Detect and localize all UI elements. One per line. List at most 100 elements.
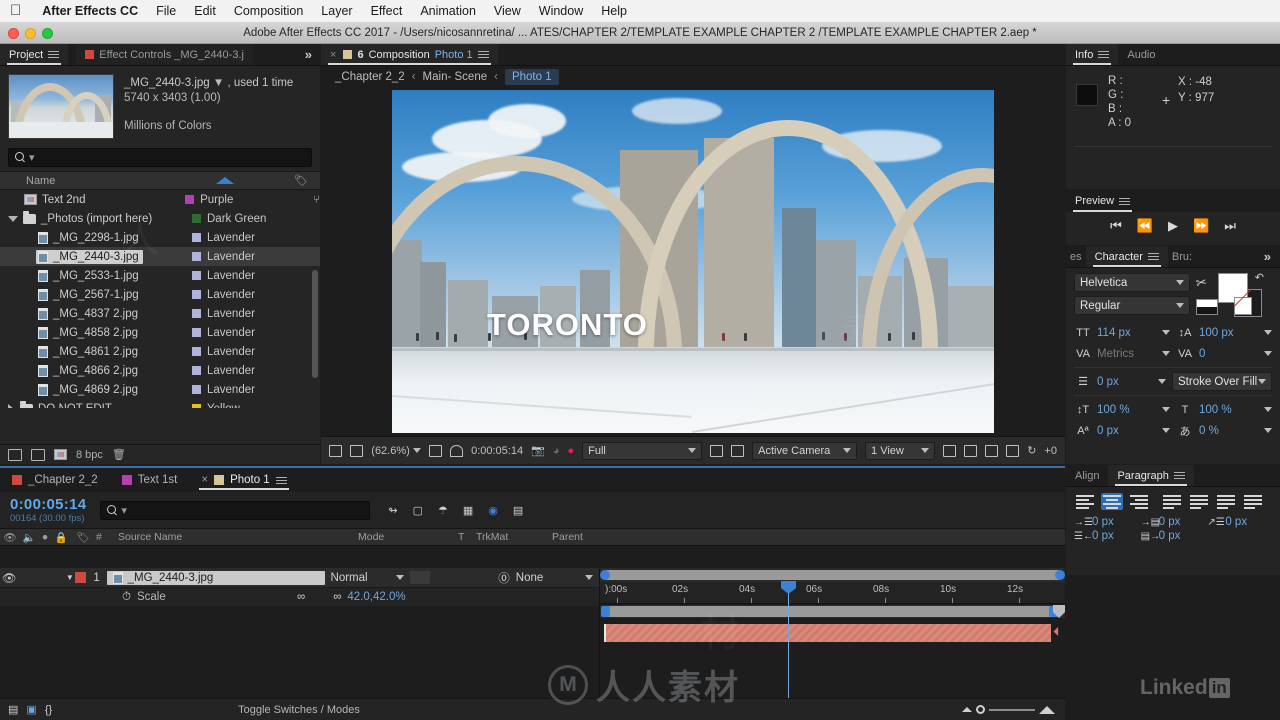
property-row-scale[interactable]: ⏱ Scale ∞ ∞ 42.0,42.0% — [0, 588, 599, 606]
comp-current-time[interactable]: 0:00:05:14 — [471, 445, 523, 457]
item-name-cell[interactable]: _MG_4837 2.jpg — [36, 307, 142, 321]
stopwatch-icon[interactable]: ⏱ — [122, 591, 131, 604]
table-row[interactable]: 👁 ▼ 1 _MG_2440-3.jpg Normal — [0, 568, 599, 588]
list-item[interactable]: _MG_4837 2.jpg Lavender — [0, 304, 320, 323]
column-name-label[interactable]: Name — [26, 175, 216, 187]
list-item[interactable]: _MG_4858 2.jpgLavender — [0, 323, 320, 342]
space-before-field[interactable]: →▤ 0 px — [1141, 516, 1206, 528]
exposure-value[interactable]: +0 — [1044, 445, 1057, 457]
timeline-icon[interactable] — [985, 445, 998, 457]
item-name-cell[interactable]: _MG_4866 2.jpg — [36, 364, 142, 378]
breadcrumb-root[interactable]: _Chapter 2_2 — [335, 71, 405, 83]
audio-icon[interactable]: 🔈 — [20, 531, 38, 544]
font-style-select[interactable]: Regular — [1074, 296, 1190, 315]
tracking-field[interactable]: VA 0 — [1176, 344, 1272, 363]
item-name-cell[interactable]: _Photos (import here) — [21, 212, 156, 226]
item-label-cell[interactable]: Dark Green — [192, 213, 320, 225]
item-label-cell[interactable]: Lavender — [192, 270, 320, 282]
work-area-top-bar[interactable] — [600, 568, 1065, 582]
item-label-cell[interactable]: Purple — [185, 194, 313, 206]
item-name-cell[interactable]: _MG_4858 2.jpg — [36, 326, 142, 340]
item-name-cell[interactable]: _MG_2298-1.jpg — [36, 231, 143, 245]
layer-expand-triangle[interactable]: ▼ — [64, 573, 75, 582]
eyedropper-icon[interactable]: ✂ — [1195, 274, 1209, 292]
region-of-interest-icon[interactable] — [450, 445, 463, 457]
item-label-cell[interactable]: Lavender — [192, 346, 320, 358]
item-name-cell[interactable]: _MG_4869 2.jpg — [36, 383, 142, 397]
resolution-select[interactable]: Full — [582, 442, 702, 460]
motion-blur-icon[interactable]: ◉ — [488, 504, 498, 517]
video-visibility-icon[interactable]: 👁 — [0, 531, 20, 544]
menu-item-effect[interactable]: Effect — [362, 4, 412, 18]
label-color-swatch[interactable] — [192, 404, 201, 408]
timeline-graph-area[interactable]: ):00s02s04s06s08s10s12s ⏴ — [600, 568, 1065, 698]
justify-last-right-button[interactable] — [1215, 493, 1237, 510]
layer-trkmat-swatch[interactable] — [410, 571, 430, 584]
vertical-scale-field[interactable]: ↕T 100 % — [1074, 400, 1170, 419]
list-item[interactable]: _MG_4866 2.jpg Lavender — [0, 361, 320, 380]
breadcrumb-current[interactable]: Photo 1 — [505, 69, 559, 85]
label-color-swatch[interactable] — [192, 385, 201, 394]
item-label-cell[interactable]: Lavender — [192, 384, 320, 396]
comp-flowchart-icon[interactable] — [1006, 445, 1019, 457]
time-navigator-range[interactable] — [602, 570, 1063, 580]
solo-icon[interactable]: ● — [38, 531, 52, 543]
layer-visibility-toggle[interactable]: 👁 — [0, 571, 18, 585]
item-name-cell[interactable]: _MG_4861 2.jpg — [36, 345, 142, 359]
list-item[interactable]: _MG_2298-1.jpgLavender — [0, 228, 320, 247]
disclosure-triangle-icon[interactable] — [8, 216, 18, 222]
new-folder-icon[interactable] — [31, 449, 45, 461]
font-size-field[interactable]: TT 114 px — [1074, 323, 1170, 342]
zoom-slider-track[interactable] — [989, 709, 1035, 711]
interpret-footage-icon[interactable] — [8, 449, 22, 461]
tab-character[interactable]: Character — [1086, 246, 1168, 267]
character-panel-menu-icon[interactable] — [1148, 251, 1159, 262]
item-name-cell[interactable]: _MG_2533-1.jpg — [36, 269, 143, 283]
minimize-button[interactable] — [25, 28, 36, 39]
list-item[interactable]: Text 2ndPurple⑂ — [0, 190, 320, 209]
character-overflow-button[interactable]: » — [1255, 246, 1280, 267]
item-label-cell[interactable]: Lavender — [192, 365, 320, 377]
next-frame-icon[interactable]: ⏩ — [1193, 218, 1209, 234]
channel-rgb-icon[interactable]: ● — [567, 445, 574, 457]
disclosure-triangle-icon[interactable] — [8, 404, 14, 409]
no-fill-icon[interactable] — [1234, 297, 1252, 315]
indent-first-field[interactable]: ↗☰ 0 px — [1207, 516, 1272, 528]
tsume-field[interactable]: あ 0 % — [1176, 421, 1272, 440]
hide-shy-layers-icon[interactable]: ☂ — [438, 504, 448, 517]
project-scrollbar[interactable] — [312, 270, 318, 378]
region-of-interest-toggle-icon[interactable] — [710, 445, 723, 457]
list-item[interactable]: _MG_4861 2.jpg Lavender — [0, 342, 320, 361]
frame-blending-icon[interactable]: ▦ — [463, 504, 473, 517]
label-color-swatch[interactable] — [192, 252, 201, 261]
timeline-panel-menu-icon[interactable] — [276, 475, 287, 486]
menu-item-file[interactable]: File — [147, 4, 185, 18]
list-item[interactable]: DO NOT EDITYellow — [0, 399, 320, 408]
indent-left-field[interactable]: →☰ 0 px — [1074, 516, 1139, 528]
timeline-current-time-display[interactable]: 0:00:05:14 00164 (30.00 fps) — [0, 496, 86, 524]
stroke-order-select[interactable]: Stroke Over Fill — [1172, 372, 1272, 391]
timeline-tab[interactable]: _Chapter 2_2 — [0, 468, 110, 492]
tab-composition-photo1[interactable]: × 6 Composition Photo 1 — [321, 44, 498, 65]
sort-ascending-icon[interactable] — [216, 177, 234, 184]
item-label-cell[interactable]: Lavender — [192, 308, 320, 320]
item-label-cell[interactable]: Yellow — [192, 403, 320, 409]
layer-switches-icon[interactable]: ▤ — [8, 703, 18, 716]
lock-icon[interactable]: 🔒 — [52, 531, 70, 544]
composition-mini-flowchart-icon[interactable]: ↬ — [388, 504, 397, 517]
timeline-ruler[interactable]: ):00s02s04s06s08s10s12s — [600, 582, 1065, 604]
tab-preview[interactable]: Preview — [1066, 190, 1139, 212]
tab-paragraph[interactable]: Paragraph — [1108, 465, 1193, 486]
new-composition-icon[interactable] — [54, 449, 67, 460]
draft-3d-icon[interactable]: ▢ — [413, 504, 423, 517]
camera-view-select[interactable]: Active Camera — [752, 442, 857, 460]
tab-info[interactable]: Info — [1066, 44, 1118, 65]
graph-editor-icon[interactable]: ▤ — [513, 504, 523, 517]
comp-panel-menu-icon[interactable] — [478, 49, 489, 60]
label-color-swatch[interactable] — [192, 347, 201, 356]
label-color-swatch[interactable] — [192, 290, 201, 299]
label-tag-icon[interactable]: 🏷 — [70, 531, 96, 544]
always-preview-icon[interactable] — [329, 445, 342, 457]
label-color-swatch[interactable] — [192, 309, 201, 318]
project-search-input[interactable]: ▾ — [8, 148, 312, 167]
